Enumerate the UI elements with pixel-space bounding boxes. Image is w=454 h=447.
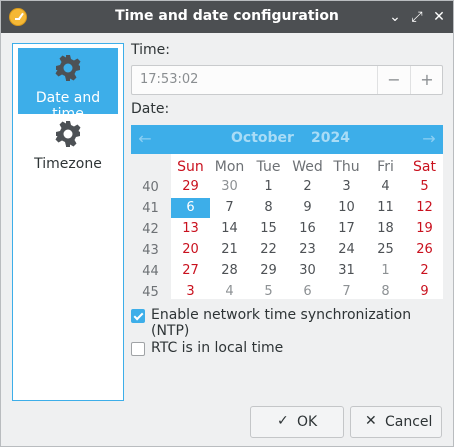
dialog-window: Time and date configuration ⌄ ⤢ ✕ Date a… — [0, 0, 454, 447]
check-icon: ✓ — [277, 413, 289, 429]
calendar-day[interactable]: 26 — [405, 240, 443, 260]
calendar-day[interactable]: 30 — [210, 177, 249, 197]
calendar-day[interactable]: 4 — [210, 282, 249, 299]
gear-icon — [55, 121, 81, 147]
week-number: 43 — [142, 243, 159, 258]
time-value[interactable]: 17:53:02 — [140, 72, 198, 87]
calendar-day[interactable]: 24 — [327, 240, 366, 260]
calendar-year[interactable]: 2024 — [311, 130, 350, 146]
cancel-icon: ✕ — [365, 413, 377, 429]
calendar-day[interactable]: 29 — [249, 261, 288, 281]
ntp-checkbox[interactable] — [131, 309, 145, 323]
week-number: 41 — [142, 201, 159, 216]
calendar-day[interactable]: 15 — [249, 219, 288, 239]
weekday-header: Thu — [333, 159, 360, 175]
week-number: 42 — [142, 222, 159, 237]
calendar-day[interactable]: 9 — [288, 198, 327, 218]
minimize-icon[interactable]: ⌄ — [385, 7, 405, 27]
gear-icon — [55, 55, 81, 81]
calendar-day[interactable]: 27 — [171, 261, 210, 281]
calendar-day[interactable]: 1 — [366, 261, 405, 281]
time-label: Time: — [131, 42, 170, 58]
calendar-day[interactable]: 10 — [327, 198, 366, 218]
weekday-header: Mon — [214, 159, 245, 175]
sidebar-item-timezone[interactable]: Timezone — [18, 114, 118, 180]
cancel-button[interactable]: ✕ Cancel — [350, 406, 442, 438]
calendar-day[interactable]: 16 — [288, 219, 327, 239]
weekday-header: Fri — [377, 159, 394, 175]
calendar-day[interactable]: 5 — [249, 282, 288, 299]
calendar-day[interactable]: 21 — [210, 240, 249, 260]
calendar-widget: ← October 2024 → Sun Mon Tue Wed Thu Fri Sat 40… — [131, 125, 443, 299]
time-increment-button[interactable]: + — [410, 66, 443, 94]
calendar-day[interactable]: 29 — [171, 177, 210, 197]
restore-icon[interactable]: ⤢ — [407, 7, 427, 27]
rtc-checkbox[interactable] — [131, 342, 145, 356]
ntp-checkbox-label[interactable]: Enable network time synchronization (NTP… — [151, 307, 453, 339]
calendar-day[interactable]: 7 — [327, 282, 366, 299]
calendar-day[interactable]: 31 — [327, 261, 366, 281]
sidebar-item-label: Timezone — [34, 156, 102, 172]
calendar-day[interactable]: 25 — [366, 240, 405, 260]
previous-month-icon[interactable]: ← — [135, 129, 155, 149]
calendar-month[interactable]: October — [231, 130, 294, 146]
calendar-day[interactable]: 2 — [288, 177, 327, 197]
calendar-day[interactable]: 2 — [405, 261, 443, 281]
calendar-day[interactable]: 20 — [171, 240, 210, 260]
ok-button[interactable]: ✓ OK — [250, 406, 344, 438]
close-icon[interactable]: ✕ — [429, 7, 449, 27]
time-spinbox[interactable]: 17:53:02 − + — [131, 65, 443, 95]
weekday-header: Sun — [177, 159, 204, 175]
calendar-day[interactable]: 7 — [210, 198, 249, 218]
rtc-checkbox-label[interactable]: RTC is in local time — [151, 340, 283, 356]
week-number: 45 — [142, 285, 159, 299]
week-number: 44 — [142, 264, 159, 279]
calendar-day[interactable]: 30 — [288, 261, 327, 281]
calendar-day[interactable]: 12 — [405, 198, 443, 218]
calendar-day[interactable]: 6 — [171, 198, 210, 218]
calendar-day[interactable]: 4 — [366, 177, 405, 197]
calendar-day[interactable]: 3 — [327, 177, 366, 197]
weekday-header: Sat — [413, 159, 436, 175]
calendar-day[interactable]: 23 — [288, 240, 327, 260]
title-bar[interactable]: Time and date configuration ⌄ ⤢ ✕ — [1, 1, 453, 33]
category-sidebar: Date and time Timezone — [12, 43, 124, 401]
sidebar-item-date-and-time[interactable]: Date and time — [18, 48, 118, 122]
calendar-day[interactable]: 1 — [249, 177, 288, 197]
cancel-button-label: Cancel — [385, 414, 433, 430]
weekday-header: Wed — [292, 159, 323, 175]
calendar-day[interactable]: 19 — [405, 219, 443, 239]
calendar-day[interactable]: 9 — [405, 282, 443, 299]
next-month-icon[interactable]: → — [419, 129, 439, 149]
calendar-day[interactable]: 5 — [405, 177, 443, 197]
weekday-header: Tue — [256, 159, 281, 175]
week-number: 40 — [142, 180, 159, 195]
calendar-day[interactable]: 22 — [249, 240, 288, 260]
calendar-day[interactable]: 13 — [171, 219, 210, 239]
calendar-day[interactable]: 14 — [210, 219, 249, 239]
date-label: Date: — [131, 101, 170, 117]
calendar-day[interactable]: 17 — [327, 219, 366, 239]
ok-button-label: OK — [297, 414, 318, 430]
calendar-day[interactable]: 11 — [366, 198, 405, 218]
calendar-day[interactable]: 18 — [366, 219, 405, 239]
calendar-header: ← October 2024 → — [131, 125, 443, 154]
calendar-day[interactable]: 3 — [171, 282, 210, 299]
calendar-day[interactable]: 6 — [288, 282, 327, 299]
calendar-day[interactable]: 8 — [249, 198, 288, 218]
calendar-day[interactable]: 28 — [210, 261, 249, 281]
calendar-day[interactable]: 8 — [366, 282, 405, 299]
time-decrement-button[interactable]: − — [377, 66, 410, 94]
